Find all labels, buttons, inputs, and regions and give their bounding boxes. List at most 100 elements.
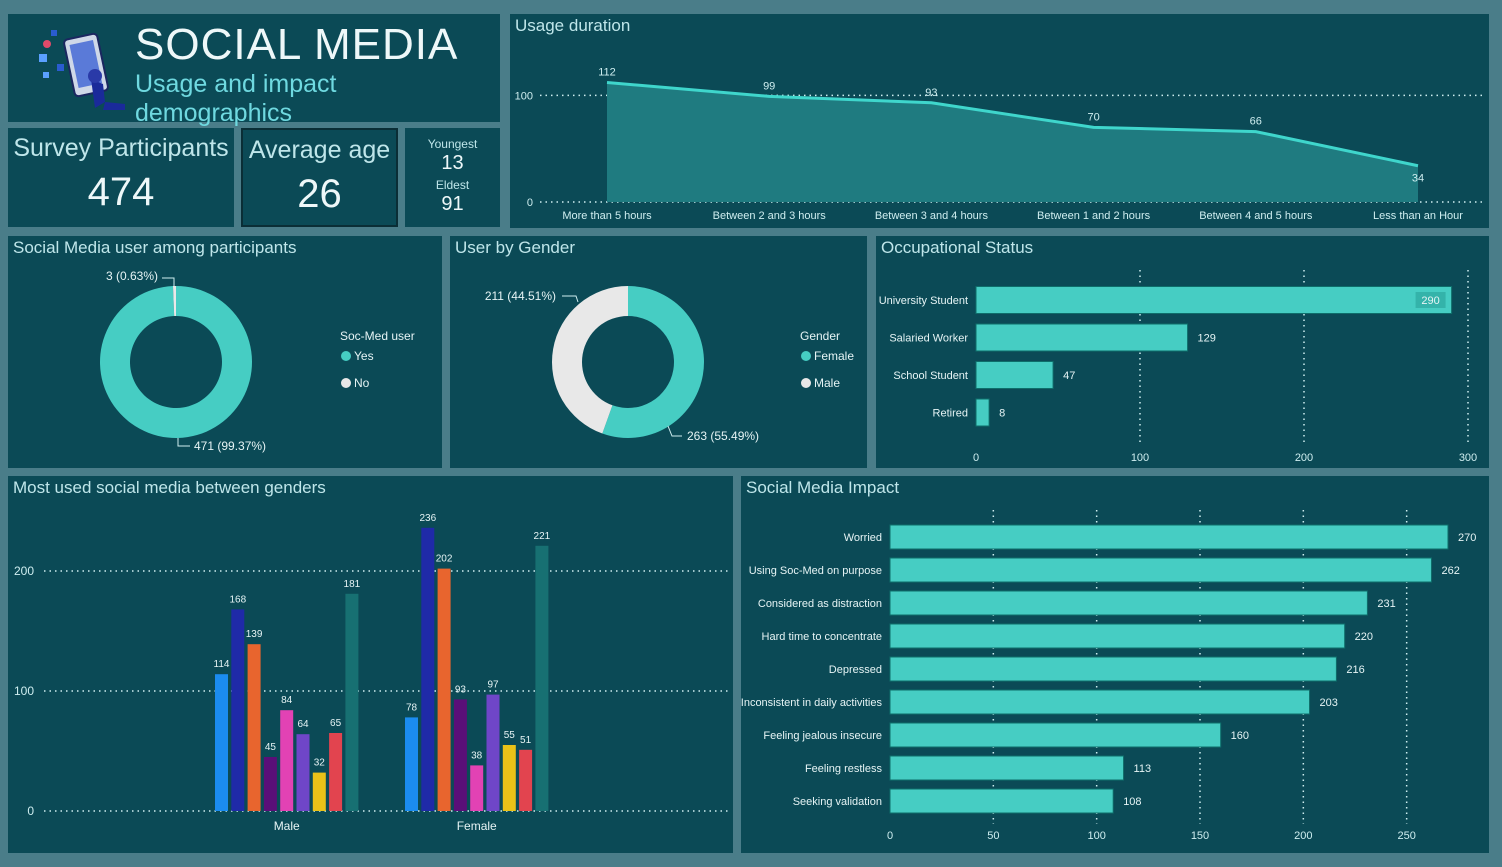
- x-tick-label: Less than an Hour: [1373, 210, 1463, 222]
- x-tick-label: Female: [457, 819, 497, 833]
- data-label: 113: [1134, 763, 1152, 775]
- data-label: 221: [534, 531, 551, 542]
- x-tick-label: More than 5 hours: [562, 210, 652, 222]
- x-tick-label: Between 1 and 2 hours: [1037, 210, 1151, 222]
- platforms-panel: Most used social media between genders 0…: [8, 476, 733, 853]
- bar: [296, 734, 310, 811]
- users-panel: Social Media user among participants 471…: [8, 236, 442, 468]
- bar: [502, 745, 516, 811]
- participants-value: 474: [87, 170, 155, 214]
- occupation-bar-chart: 0 100 200 300 University Student 290 Salaried …: [879, 270, 1477, 464]
- legend-dot-icon: [801, 378, 811, 388]
- users-legend-yes-label: Yes: [354, 349, 374, 363]
- data-label: 236: [419, 513, 436, 524]
- data-label: 70: [1087, 111, 1099, 123]
- data-label: 220: [1355, 631, 1373, 643]
- x-tick-label: Between 2 and 3 hours: [713, 210, 827, 222]
- bar: [889, 590, 1368, 616]
- bar: [519, 749, 533, 811]
- platforms-bar-chart: 0 100 200 Male 114 168 139 45 84 64 32 65 181 Female 7…: [14, 513, 728, 833]
- data-label: 181: [344, 579, 361, 590]
- category-label: Considered as distraction: [758, 598, 882, 610]
- data-label: 78: [406, 702, 418, 713]
- bar: [421, 527, 435, 811]
- participants-card: Survey Participants 474: [8, 128, 234, 227]
- slice-label: 471 (99.37%): [194, 439, 266, 453]
- eldest-label: Eldest: [435, 178, 470, 192]
- y-tick-label: 0: [27, 804, 34, 818]
- usage-area: [607, 82, 1418, 202]
- x-tick-label: 100: [1087, 830, 1105, 842]
- slice-label: 211 (44.51%): [485, 289, 556, 303]
- bar: [231, 609, 245, 811]
- header-panel: SOCIAL MEDIA Usage and impact demographi…: [8, 14, 500, 127]
- data-label: 97: [487, 680, 499, 691]
- bar: [470, 765, 484, 811]
- bar: [975, 323, 1189, 352]
- bar: [975, 361, 1054, 389]
- x-tick-label: 300: [1459, 452, 1477, 464]
- x-tick-label: Male: [274, 819, 300, 833]
- data-label: 93: [455, 684, 467, 695]
- eldest-value: 91: [441, 193, 464, 215]
- data-label: 66: [1250, 116, 1262, 128]
- gender-legend-male[interactable]: Male: [801, 376, 840, 390]
- page-title: SOCIAL MEDIA: [135, 20, 459, 69]
- data-label: 8: [999, 408, 1005, 420]
- data-label: 112: [598, 67, 616, 79]
- x-tick-label: Between 4 and 5 hours: [1199, 210, 1313, 222]
- users-legend-title: Soc-Med user: [340, 329, 415, 343]
- x-tick-label: 0: [887, 830, 893, 842]
- x-tick-label: 0: [973, 452, 979, 464]
- legend-dot-icon: [341, 378, 351, 388]
- data-label: 160: [1231, 730, 1249, 742]
- youngest-value: 13: [441, 152, 464, 174]
- category-label: Using Soc-Med on purpose: [749, 565, 882, 577]
- data-label: 32: [314, 758, 326, 769]
- data-label: 84: [281, 695, 293, 706]
- bar: [889, 788, 1114, 814]
- users-legend-no-label: No: [354, 376, 370, 390]
- category-label: Worried: [844, 532, 882, 544]
- bar: [535, 545, 549, 811]
- gender-legend-female[interactable]: Female: [801, 349, 854, 363]
- data-label: 47: [1063, 370, 1075, 382]
- average-age-value: 26: [297, 172, 342, 216]
- data-label: 139: [246, 629, 263, 640]
- data-label: 168: [229, 594, 246, 605]
- bar: [405, 717, 418, 811]
- page-subtitle: Usage and impact demographics: [135, 70, 337, 127]
- y-tick-label: 200: [14, 564, 34, 578]
- bar: [889, 656, 1337, 682]
- leader-line: [177, 438, 190, 447]
- slice-label: 3 (0.63%): [106, 269, 158, 283]
- x-tick-label: 150: [1191, 830, 1209, 842]
- users-legend-no[interactable]: No: [341, 376, 369, 390]
- bar: [975, 286, 1453, 314]
- y-tick-label: 0: [527, 197, 533, 209]
- x-tick-label: 200: [1294, 830, 1312, 842]
- data-label: 290: [1421, 295, 1439, 307]
- data-label: 45: [265, 742, 277, 753]
- data-label: 262: [1441, 565, 1459, 577]
- bar: [889, 524, 1449, 550]
- gender-legend-male-label: Male: [814, 376, 841, 390]
- data-label: 93: [925, 87, 937, 99]
- data-label: 108: [1123, 796, 1141, 808]
- x-tick-label: 50: [987, 830, 999, 842]
- legend-dot-icon: [801, 351, 811, 361]
- category-label: Feeling jealous insecure: [763, 730, 882, 742]
- y-tick-label: 100: [14, 684, 34, 698]
- category-label: Retired: [933, 408, 968, 420]
- legend-dot-icon: [341, 351, 351, 361]
- users-legend-yes[interactable]: Yes: [341, 349, 374, 363]
- bar: [889, 557, 1432, 583]
- category-label: Inconsistent in daily activities: [741, 697, 882, 709]
- data-label: 99: [763, 80, 775, 92]
- bar: [280, 710, 294, 811]
- category-label: Salaried Worker: [889, 333, 968, 345]
- data-label: 231: [1377, 598, 1395, 610]
- y-tick-label: 100: [515, 90, 533, 102]
- category-label: Hard time to concentrate: [762, 631, 882, 643]
- category-label: Depressed: [829, 664, 882, 676]
